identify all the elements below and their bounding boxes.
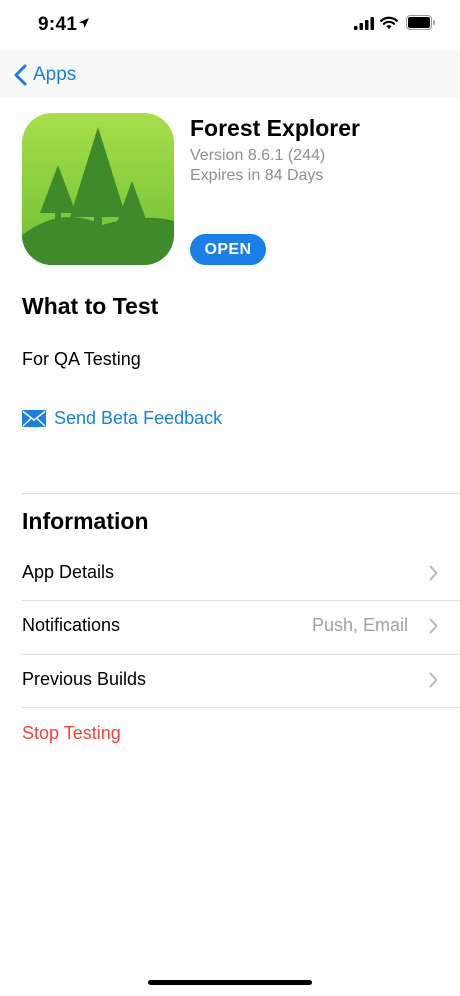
what-to-test-body: For QA Testing <box>22 349 141 369</box>
chevron-right-icon <box>429 672 438 688</box>
envelope-icon <box>22 410 46 427</box>
battery-icon <box>406 15 435 30</box>
wifi-icon <box>380 16 398 29</box>
send-beta-feedback-link[interactable]: Send Beta Feedback <box>22 408 222 429</box>
app-icon <box>22 113 174 265</box>
home-indicator[interactable] <box>148 980 312 985</box>
send-beta-feedback-label: Send Beta Feedback <box>54 408 223 428</box>
app-expiry: Expires in 84 Days <box>190 167 324 184</box>
status-bar: 9:41 <box>0 0 460 50</box>
row-label: Notifications <box>22 615 121 635</box>
chevron-right-icon <box>429 565 438 581</box>
row-label: App Details <box>22 562 115 582</box>
row-previous-builds[interactable]: Previous Builds <box>22 655 460 707</box>
section-divider <box>22 493 460 494</box>
status-time: 9:41 <box>38 14 78 35</box>
row-divider <box>22 707 460 708</box>
forest-trees-icon <box>22 113 174 265</box>
row-label: Previous Builds <box>22 669 147 689</box>
open-button[interactable]: OPEN <box>190 234 266 265</box>
what-to-test-heading: What to Test <box>22 293 159 319</box>
app-name: Forest Explorer <box>190 115 360 141</box>
app-version: Version 8.6.1 (244) <box>190 147 326 164</box>
chevron-right-icon <box>429 618 438 634</box>
location-arrow-icon <box>79 18 89 28</box>
row-app-details[interactable]: App Details <box>22 548 460 600</box>
row-notifications[interactable]: Notifications Push, Email <box>22 601 460 653</box>
back-button[interactable]: Apps <box>14 62 76 88</box>
information-heading: Information <box>22 508 149 534</box>
back-button-label: Apps <box>33 64 77 85</box>
chevron-left-icon <box>14 64 27 86</box>
row-value: Push, Email <box>311 615 408 635</box>
cellular-signal-icon <box>354 17 374 30</box>
stop-testing-button[interactable]: Stop Testing <box>22 723 121 744</box>
